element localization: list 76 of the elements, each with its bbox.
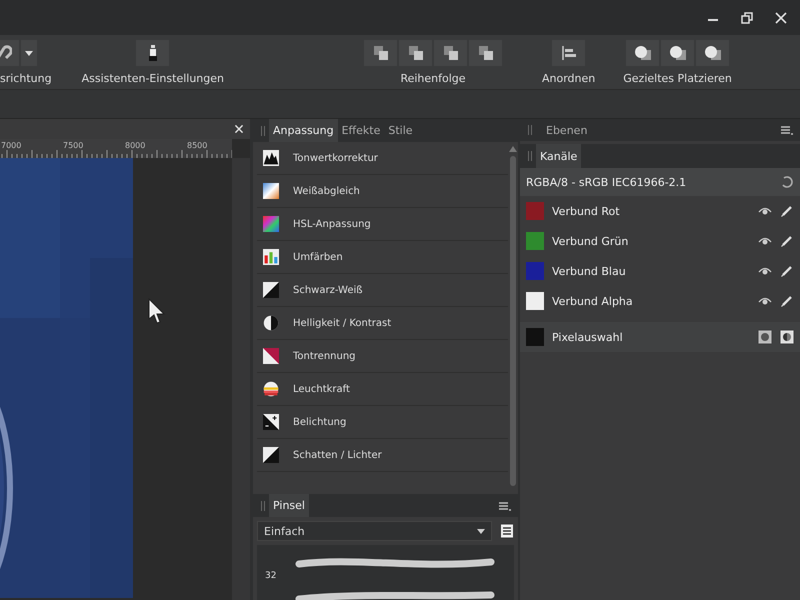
adjustment-item[interactable]: Umfärben <box>257 241 508 274</box>
group-label: Reihenfolge <box>400 72 466 85</box>
panel-tab[interactable]: Stile <box>384 119 417 142</box>
category-dropdown[interactable]: Einfach <box>257 521 492 541</box>
half-circle-icon <box>263 315 279 331</box>
toolbar-button[interactable] <box>661 40 694 66</box>
panel-tab[interactable]: Effekte <box>338 119 384 142</box>
adjustment-item[interactable]: Schwarz-Weiß <box>257 274 508 307</box>
adjustment-item[interactable]: Schatten / Lichter <box>257 439 508 472</box>
ruler-number: 8500 <box>187 141 208 150</box>
scrollbar[interactable] <box>232 158 250 600</box>
pencil-icon[interactable] <box>780 204 794 218</box>
adjustment-item[interactable]: Tonwertkorrektur <box>257 142 508 175</box>
split-square-icon <box>263 447 279 463</box>
mask-icon[interactable] <box>758 330 772 344</box>
pencil-icon[interactable] <box>780 234 794 248</box>
grip-icon[interactable] <box>528 151 532 161</box>
restore-icon[interactable] <box>740 10 754 24</box>
brush-size: 32 <box>265 571 278 581</box>
adjustment-item[interactable]: Leuchtkraft <box>257 373 508 406</box>
invert-icon[interactable] <box>780 330 794 344</box>
close-icon[interactable] <box>774 10 788 24</box>
ruler-number: 7500 <box>63 141 84 150</box>
pencil-icon[interactable] <box>780 294 794 308</box>
panel-tab[interactable]: Pinsel <box>269 494 309 517</box>
placement-icon <box>668 45 687 61</box>
hsl-icon <box>263 216 279 232</box>
group-label: Anordnen <box>542 72 596 85</box>
histogram-icon <box>263 150 279 166</box>
panel-tab[interactable]: Anpassung <box>269 119 338 142</box>
close-icon[interactable] <box>234 124 244 134</box>
toolbar-button[interactable] <box>21 40 37 66</box>
adjustment-item[interactable]: HSL-Anpassung <box>257 208 508 241</box>
arrange-icon <box>372 45 388 61</box>
group-label: Gezieltes Platzieren <box>623 72 732 85</box>
bottle-icon <box>148 45 158 61</box>
adjustment-item[interactable]: Belichtung <box>257 406 508 439</box>
panel-tab[interactable]: Ebenen <box>546 124 588 136</box>
diagonal-square-icon <box>263 348 279 364</box>
caret-icon <box>477 528 485 534</box>
bar-chart-icon <box>263 249 279 265</box>
channel-row[interactable]: Verbund Rot <box>520 196 800 226</box>
gradient-icon <box>263 183 279 199</box>
group-label: srichtung <box>0 72 52 85</box>
arrange-icon <box>442 45 458 61</box>
striped-circle-icon <box>263 381 279 397</box>
color-profile: RGBA/8 - sRGB IEC61966-2.1 <box>526 176 686 188</box>
adjustment-item[interactable]: Helligkeit / Kontrast <box>257 307 508 340</box>
channel-row[interactable]: Verbund Grün <box>520 226 800 256</box>
cursor-icon <box>148 298 166 326</box>
arrange-icon <box>408 45 424 61</box>
caret-icon <box>25 50 33 56</box>
exposure-icon <box>263 414 279 430</box>
align-left-icon <box>560 45 577 61</box>
placement-icon <box>704 45 722 61</box>
channel-row[interactable]: Verbund Blau <box>520 256 800 286</box>
channel-row[interactable]: Verbund Alpha <box>520 286 800 316</box>
grip-icon[interactable] <box>261 126 265 136</box>
grip-icon[interactable] <box>528 125 532 135</box>
toolbar-button[interactable] <box>626 40 660 66</box>
refresh-icon[interactable] <box>780 175 794 189</box>
ruler-number: 8000 <box>125 141 146 150</box>
panel-tab[interactable]: Kanäle <box>536 144 582 168</box>
toolbar-button[interactable] <box>136 40 170 66</box>
list-icon[interactable] <box>500 524 514 538</box>
split-square-icon <box>263 282 279 298</box>
scroll-up-icon[interactable] <box>509 146 517 152</box>
adjustment-item[interactable]: Weißabgleich <box>257 175 508 208</box>
grip-icon[interactable] <box>261 500 265 510</box>
group-label: Assistenten-Einstellungen <box>82 72 224 85</box>
toolbar-button[interactable] <box>696 40 730 66</box>
pencil-icon[interactable] <box>780 264 794 278</box>
ruler-number: 7000 <box>1 141 22 150</box>
arrange-icon <box>478 45 494 61</box>
adjustment-item[interactable]: Tontrennung <box>257 340 508 373</box>
placement-icon <box>634 45 652 61</box>
